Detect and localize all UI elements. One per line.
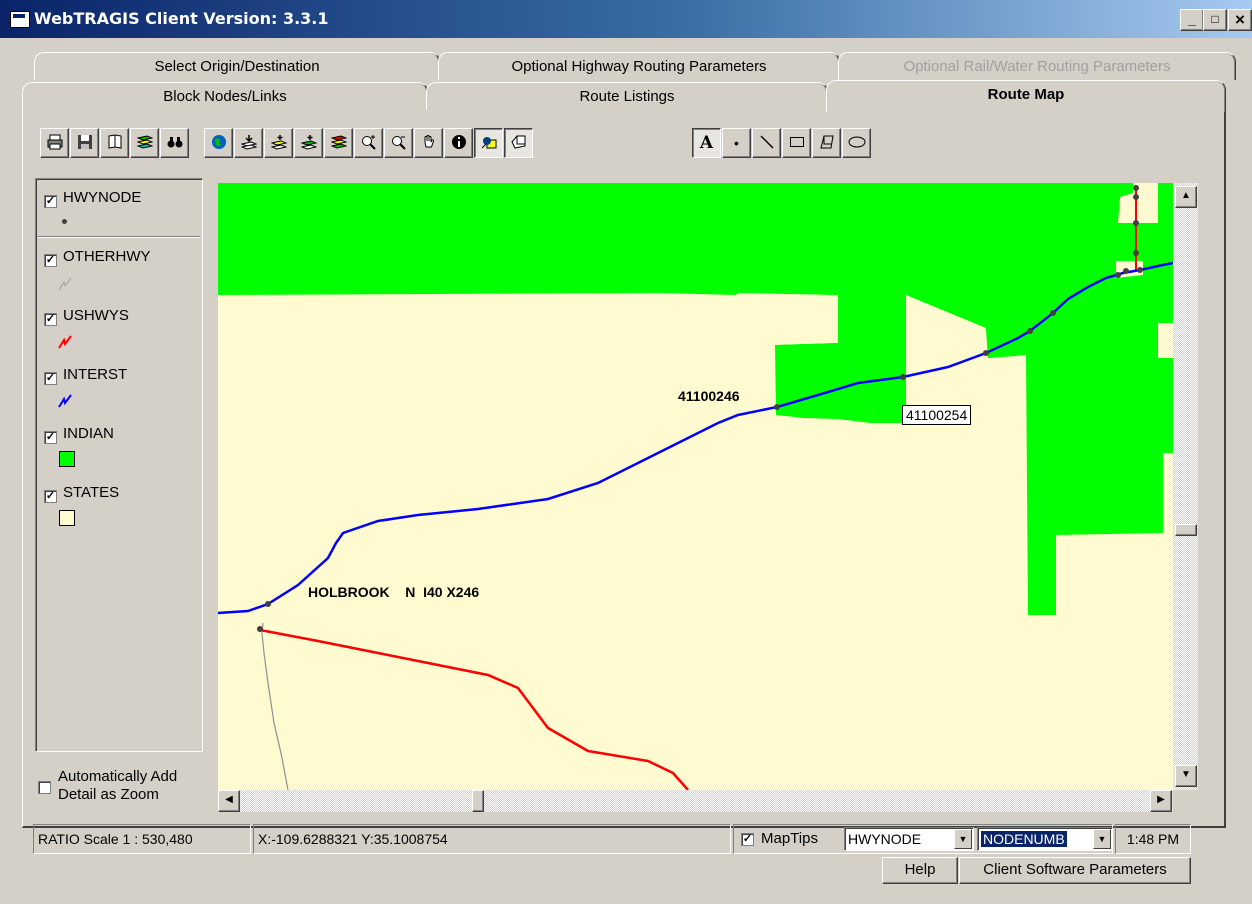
legend-divider — [38, 236, 200, 238]
hwynode-checkbox[interactable]: ✓ — [44, 195, 57, 208]
indian-symbol — [59, 451, 75, 467]
open-map-icon[interactable] — [100, 128, 129, 158]
legend-label-interst: INTERST — [63, 366, 128, 383]
pan-icon[interactable] — [414, 128, 443, 158]
node-label-41100246: 41100246 — [678, 388, 740, 404]
zoom-out-icon[interactable] — [384, 128, 413, 158]
title-bar: WebTRAGIS Client Version: 3.3.1 _ □ × — [0, 0, 1252, 38]
save-icon[interactable] — [70, 128, 99, 158]
polygon-select-icon[interactable] — [504, 128, 533, 158]
ellipse-icon[interactable] — [842, 128, 871, 158]
app-icon[interactable] — [10, 11, 30, 28]
legend-label-otherhwy: OTHERHWY — [63, 248, 151, 265]
close-button[interactable]: × — [1228, 9, 1252, 31]
vertical-scrollbar[interactable] — [1173, 183, 1198, 790]
legend-label-indian: INDIAN — [63, 425, 114, 442]
layer-select-value: HWYNODE — [848, 831, 922, 847]
indian-checkbox[interactable]: ✓ — [44, 431, 57, 444]
scroll-down-button[interactable]: ▼ — [1175, 765, 1197, 787]
legend-label-hwynode: HWYNODE — [63, 189, 142, 206]
otherhwy-symbol — [58, 277, 72, 291]
vertical-scroll-thumb[interactable] — [1175, 524, 1197, 536]
tab-optional-rail-water-routing: Optional Rail/Water Routing Parameters — [838, 52, 1236, 80]
coordinates-readout: X:-109.6288321 Y:35.1008754 — [253, 824, 731, 854]
layer-select[interactable]: HWYNODE ▼ — [844, 827, 974, 851]
tab-route-listings[interactable]: Route Listings — [426, 82, 828, 110]
select-icon[interactable] — [474, 128, 503, 158]
client-software-parameters-button[interactable]: Client Software Parameters — [959, 857, 1191, 884]
maptips-checkbox[interactable]: ✓ — [741, 833, 754, 846]
maptips-label: MapTips — [761, 830, 818, 847]
minimize-button[interactable]: _ — [1180, 9, 1204, 31]
scale-readout: RATIO Scale 1 : 530,480 — [33, 824, 251, 854]
line-icon[interactable] — [752, 128, 781, 158]
point-icon[interactable]: • — [722, 128, 751, 158]
tab-optional-highway-routing[interactable]: Optional Highway Routing Parameters — [438, 52, 840, 80]
maximize-button[interactable]: □ — [1203, 9, 1227, 31]
otherhwy-checkbox[interactable]: ✓ — [44, 254, 57, 267]
chevron-down-icon[interactable]: ▼ — [1093, 829, 1111, 849]
info-icon[interactable] — [444, 128, 473, 158]
window-title: WebTRAGIS Client Version: 3.3.1 — [34, 9, 329, 28]
map-graphics — [218, 183, 1173, 790]
scroll-right-button[interactable]: ▶ — [1150, 790, 1172, 812]
print-icon[interactable] — [40, 128, 69, 158]
interst-checkbox[interactable]: ✓ — [44, 372, 57, 385]
field-select[interactable]: NODENUMB ▼ — [977, 827, 1113, 851]
find-icon[interactable] — [160, 128, 189, 158]
ushwys-checkbox[interactable]: ✓ — [44, 313, 57, 326]
interst-symbol — [58, 394, 72, 408]
scroll-up-button[interactable]: ▲ — [1175, 186, 1197, 208]
ushwys-symbol — [58, 335, 72, 349]
chevron-down-icon[interactable]: ▼ — [954, 829, 972, 849]
rectangle-icon[interactable] — [782, 128, 811, 158]
help-button[interactable]: Help — [882, 857, 958, 884]
field-select-value: NODENUMB — [981, 831, 1067, 847]
text-icon[interactable]: A — [692, 128, 721, 158]
load-layer-icon[interactable] — [234, 128, 263, 158]
remove-layer-icon[interactable] — [324, 128, 353, 158]
hwynode-symbol — [62, 219, 67, 224]
tab-route-map[interactable]: Route Map — [826, 80, 1226, 112]
scroll-left-button[interactable]: ◀ — [218, 790, 240, 812]
layers-icon[interactable] — [130, 128, 159, 158]
add-layer-icon[interactable] — [264, 128, 293, 158]
maptip-box: 41100254 — [902, 405, 972, 425]
horizontal-scroll-thumb[interactable] — [472, 790, 484, 812]
legend-label-ushwys: USHWYS — [63, 307, 129, 324]
legend-label-states: STATES — [63, 484, 120, 501]
tab-block-nodes-links[interactable]: Block Nodes/Links — [22, 82, 428, 110]
tab-select-origin-destination[interactable]: Select Origin/Destination — [34, 52, 440, 80]
clock-readout: 1:48 PM — [1115, 824, 1191, 854]
auto-detail-checkbox[interactable] — [38, 781, 51, 794]
auto-detail-label: Automatically Add Detail as Zoom — [58, 768, 178, 803]
edit-layer-icon[interactable] — [294, 128, 323, 158]
states-symbol — [59, 510, 75, 526]
route-map-canvas[interactable]: 41100246 41100254 HOLBROOK N I40 X246 — [218, 183, 1173, 790]
states-checkbox[interactable]: ✓ — [44, 490, 57, 503]
zoom-in-icon[interactable] — [354, 128, 383, 158]
globe-icon[interactable] — [204, 128, 233, 158]
horizontal-scrollbar[interactable] — [218, 790, 1173, 812]
polygon-icon[interactable] — [812, 128, 841, 158]
holbrook-label: HOLBROOK N I40 X246 — [308, 584, 480, 600]
